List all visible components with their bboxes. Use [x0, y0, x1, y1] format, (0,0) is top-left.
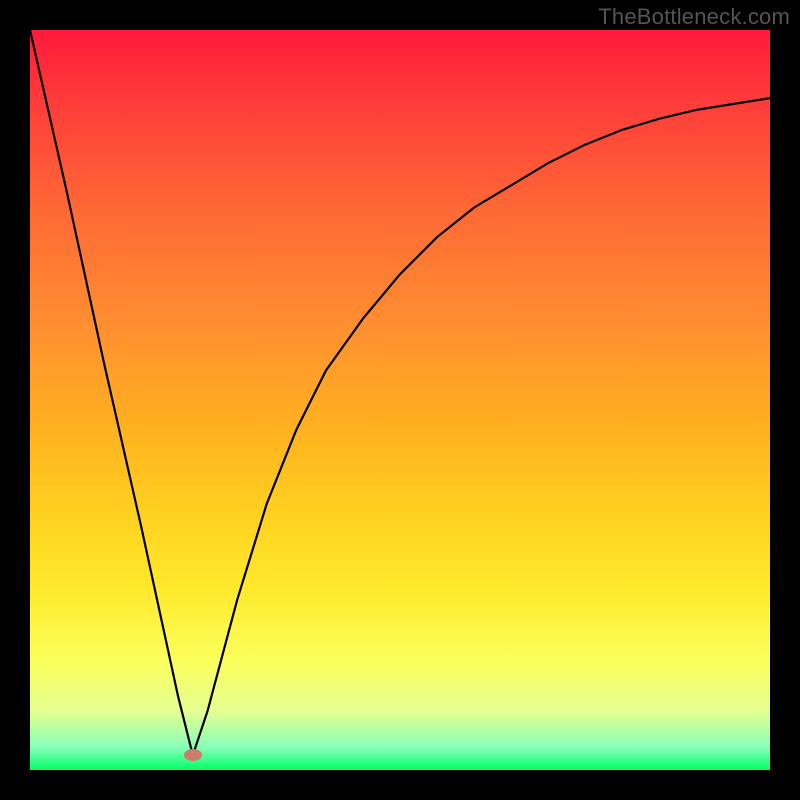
plot-area — [30, 30, 770, 770]
optimal-point-marker — [184, 749, 202, 761]
chart-frame: TheBottleneck.com — [0, 0, 800, 800]
curve-line — [30, 30, 770, 755]
bottleneck-curve — [30, 30, 770, 770]
watermark-text: TheBottleneck.com — [598, 4, 790, 30]
